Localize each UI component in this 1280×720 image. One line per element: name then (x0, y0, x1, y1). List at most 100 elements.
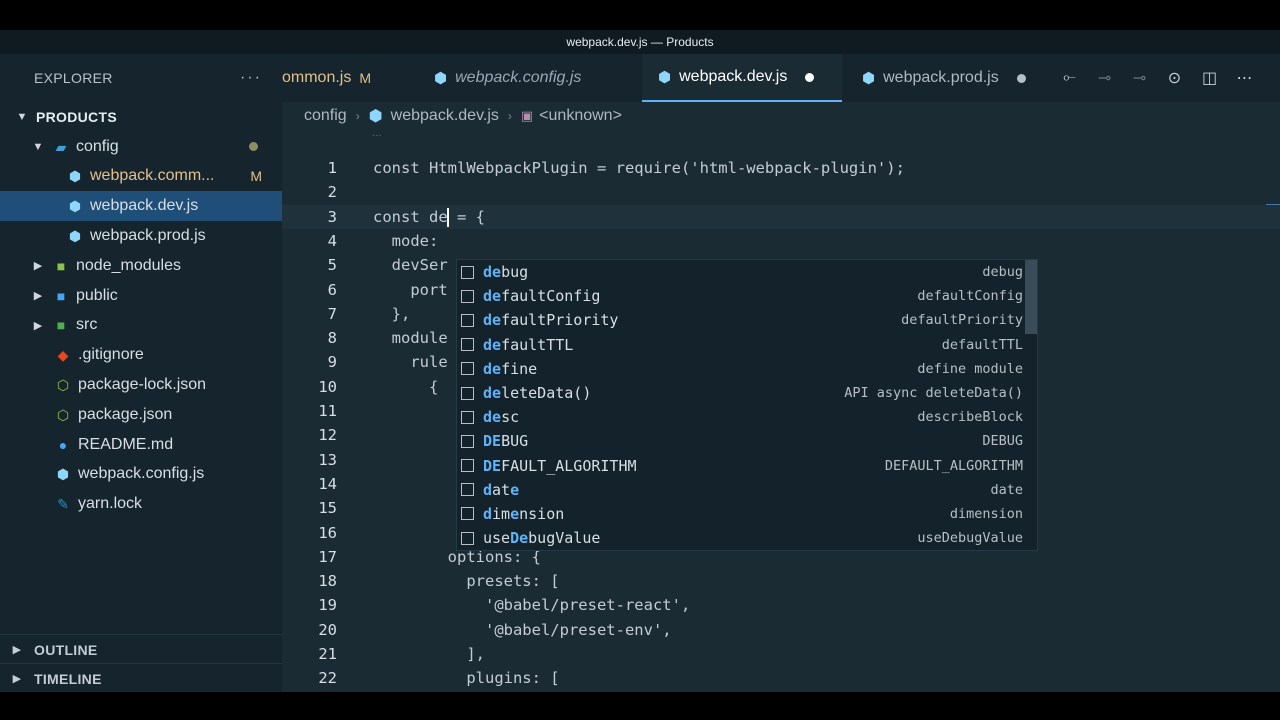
tree-item-readme[interactable]: ● README.md (0, 430, 282, 460)
breadcrumb-symbol[interactable]: <unknown> (539, 107, 622, 125)
modified-dot (249, 142, 258, 152)
tree-item-public[interactable]: ▶ ■ public (0, 281, 282, 311)
tree-item-webpack-common[interactable]: ⬢ webpack.comm... M (0, 162, 282, 192)
suggestion-item[interactable]: date date (457, 478, 1037, 502)
line-text: plugins: [ (373, 669, 560, 688)
code-line[interactable]: 20 '@babel/preset-env', (282, 618, 1280, 642)
line-number: 7 (327, 304, 337, 323)
webpack-icon: ⬢ (368, 108, 383, 125)
tab-webpack-config[interactable]: ⬢ webpack.config.js (434, 54, 634, 102)
suggestion-item[interactable]: define define module (457, 357, 1037, 381)
chevron-down-icon: ▼ (32, 140, 44, 153)
suggestion-item[interactable]: defaultPriority defaultPriority (457, 308, 1037, 332)
suggestion-detail: DEFAULT_ALGORITHM (884, 457, 1023, 474)
open-changes-icon[interactable]: ⊙ (1157, 68, 1192, 88)
tree-item-label: webpack.config.js (78, 465, 205, 483)
suggestion-label: desc (483, 408, 520, 427)
outline-section[interactable]: ▶ OUTLINE (0, 634, 282, 664)
codelens-ellipsis: ··· (372, 130, 382, 141)
suggestion-item[interactable]: deleteData() API async deleteData() (457, 381, 1037, 405)
tree-item-label: node_modules (76, 256, 181, 274)
suggestion-item[interactable]: defaultConfig defaultConfig (457, 284, 1037, 308)
breadcrumb-folder[interactable]: config (304, 107, 347, 125)
tree-item-webpack-dev[interactable]: ⬢ webpack.dev.js (0, 191, 282, 222)
tree-item-gitignore[interactable]: ◆ .gitignore (0, 340, 282, 370)
code-line[interactable]: 2 (282, 180, 1280, 204)
git-compare-icon[interactable]: ⟜ (1052, 69, 1087, 87)
tree-item-label: public (76, 286, 118, 304)
chevron-down-icon: ▼ (16, 110, 28, 123)
tree-item-label: webpack.dev.js (90, 197, 199, 215)
project-root[interactable]: ▼ PRODUCTS (0, 102, 282, 132)
unsaved-dot[interactable] (805, 72, 815, 82)
previous-change-icon[interactable]: ⊸ (1087, 68, 1122, 88)
suggestion-item[interactable]: dimension dimension (457, 502, 1037, 526)
code-line[interactable]: 21 ], (282, 642, 1280, 666)
nodejs-icon: ⬡ (56, 377, 70, 394)
suggestion-item[interactable]: defaultTTL defaultTTL (457, 333, 1037, 357)
suggestion-label: deleteData() (483, 383, 592, 402)
chevron-right-icon: › (355, 109, 360, 123)
line-text: const de = { (373, 207, 485, 227)
tree-item-package-lock[interactable]: ⬡ package-lock.json (0, 370, 282, 400)
tab-webpack-common[interactable]: ommon.js M (282, 54, 410, 102)
suggestion-item[interactable]: DEFAULT_ALGORITHM DEFAULT_ALGORITHM (457, 454, 1037, 478)
tab-bar: ommon.js M ⬢ webpack.config.js ⬢ webpack… (282, 54, 1280, 102)
code-line[interactable]: 4 mode: (282, 229, 1280, 253)
line-text: module (373, 329, 448, 348)
line-text: mode: (373, 231, 439, 250)
tree-item-label: README.md (78, 435, 174, 453)
line-number: 2 (327, 183, 337, 202)
tree-item-src[interactable]: ▶ ■ src (0, 311, 282, 341)
tree-item-node-modules[interactable]: ▶ ■ node_modules (0, 251, 282, 281)
tree-item-webpack-config[interactable]: ⬢ webpack.config.js (0, 460, 282, 490)
code-line[interactable]: 1 const HtmlWebpackPlugin = require('html… (282, 156, 1280, 180)
code-line[interactable]: 22 plugins: [ (282, 666, 1280, 690)
editor-area: ommon.js M ⬢ webpack.config.js ⬢ webpack… (282, 54, 1280, 692)
suggestion-item[interactable]: debug debug (457, 260, 1037, 284)
line-number: 21 (318, 645, 337, 663)
suggestion-item[interactable]: useDebugValue useDebugValue (457, 526, 1037, 550)
suggestion-label: defaultPriority (483, 311, 619, 330)
code-line[interactable]: 19 '@babel/preset-react', (282, 593, 1280, 617)
breadcrumb-file[interactable]: webpack.dev.js (391, 107, 499, 125)
code-line[interactable]: 3 const de = { (282, 204, 1280, 229)
line-number: 9 (327, 353, 337, 372)
webpack-icon: ⬢ (68, 168, 82, 185)
unsaved-dot[interactable] (1016, 73, 1026, 83)
suggestion-item[interactable]: DEBUG DEBUG (457, 429, 1037, 453)
chevron-right-icon: ▶ (12, 673, 22, 685)
config-folder-icon: ▰ (55, 138, 67, 155)
suggestion-label: date (483, 480, 520, 499)
explorer-sidebar: EXPLORER ··· ▼ PRODUCTS ▼ ▰ config ⬢ web… (0, 54, 282, 692)
explorer-title: EXPLORER (34, 70, 113, 86)
suggestion-item[interactable]: desc describeBlock (457, 405, 1037, 429)
line-text: '@babel/preset-react', (373, 596, 691, 615)
tab-webpack-prod[interactable]: ⬢ webpack.prod.js (862, 54, 1062, 102)
code-line[interactable]: 18 presets: [ (282, 569, 1280, 593)
line-number: 6 (327, 280, 337, 299)
line-text: port (373, 280, 448, 299)
tree-item-webpack-prod[interactable]: ⬢ webpack.prod.js (0, 221, 282, 251)
line-number: 22 (318, 669, 337, 688)
split-editor-icon[interactable]: ◫ (1192, 68, 1227, 88)
chevron-right-icon: ▶ (33, 319, 43, 332)
suggestion-detail: describeBlock (917, 409, 1023, 426)
suggestion-detail: API async deleteData() (844, 384, 1023, 401)
more-actions-icon[interactable]: ··· (240, 69, 262, 87)
next-change-icon[interactable]: ⊸ (1122, 68, 1157, 88)
suggestion-label: define (483, 359, 538, 378)
suggestion-detail: date (990, 481, 1023, 498)
tab-webpack-dev[interactable]: ⬢ webpack.dev.js (642, 54, 842, 102)
tree-item-yarn-lock[interactable]: ✎ yarn.lock (0, 489, 282, 519)
more-actions-icon[interactable]: ⋯ (1227, 68, 1262, 88)
tab-label: ommon.js (282, 69, 352, 86)
line-text: ], (373, 645, 485, 663)
node-folder-icon: ■ (56, 257, 66, 274)
text-symbol-icon (461, 289, 474, 303)
timeline-section[interactable]: ▶ TIMELINE (0, 663, 282, 692)
public-folder-icon: ■ (56, 287, 66, 304)
tree-item-package-json[interactable]: ⬡ package.json (0, 400, 282, 430)
suggestion-detail: defaultConfig (917, 288, 1023, 305)
tree-item-config[interactable]: ▼ ▰ config (0, 132, 282, 162)
